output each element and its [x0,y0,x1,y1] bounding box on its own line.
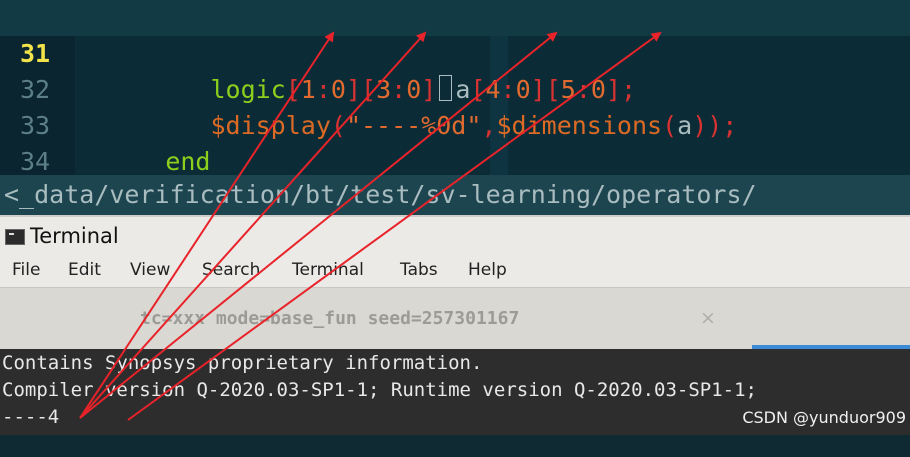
terminal-title-bar[interactable]: Terminal [0,215,910,255]
code-line-34[interactable]: 34 initial begin [0,108,910,212]
menu-tabs[interactable]: Tabs [400,253,438,287]
menu-search[interactable]: Search [202,253,260,287]
close-tab-icon[interactable]: × [700,307,716,329]
menu-bar: File Edit View Search Terminal Tabs Help [0,253,910,287]
terminal-icon [5,229,25,245]
code-line-31[interactable]: 31 logic[1:0][3:0] a[4:0][5:0]; [0,0,910,104]
tab-label: tc=xxx mode=base_fun seed=257301167 [140,308,520,329]
menu-edit[interactable]: Edit [68,253,101,287]
editor-status-path: <_data/verification/bt/test/sv-learning/… [0,175,910,215]
output-line: Contains Synopsys proprietary informatio… [2,352,483,374]
code-line-32[interactable]: 32 $display("----%0d",$dimensions(a)); [0,36,910,140]
code-editor[interactable]: 31 logic[1:0][3:0] a[4:0][5:0]; 32 $displ… [0,0,910,248]
menu-file[interactable]: File [12,253,40,287]
watermark: CSDN @yunduor909 [742,408,906,427]
code-line-33[interactable]: 33 end [0,72,910,176]
output-line: ----4 [2,406,60,428]
tab-bar: tc=xxx mode=base_fun seed=257301167 × [0,287,910,350]
output-line: Compiler version Q-2020.03-SP1-1; Runtim… [2,379,757,401]
menu-view[interactable]: View [130,253,170,287]
menu-terminal[interactable]: Terminal [292,253,364,287]
terminal-tab[interactable]: tc=xxx mode=base_fun seed=257301167 × [0,288,910,350]
window-title: Terminal [30,224,119,248]
menu-help[interactable]: Help [468,253,507,287]
